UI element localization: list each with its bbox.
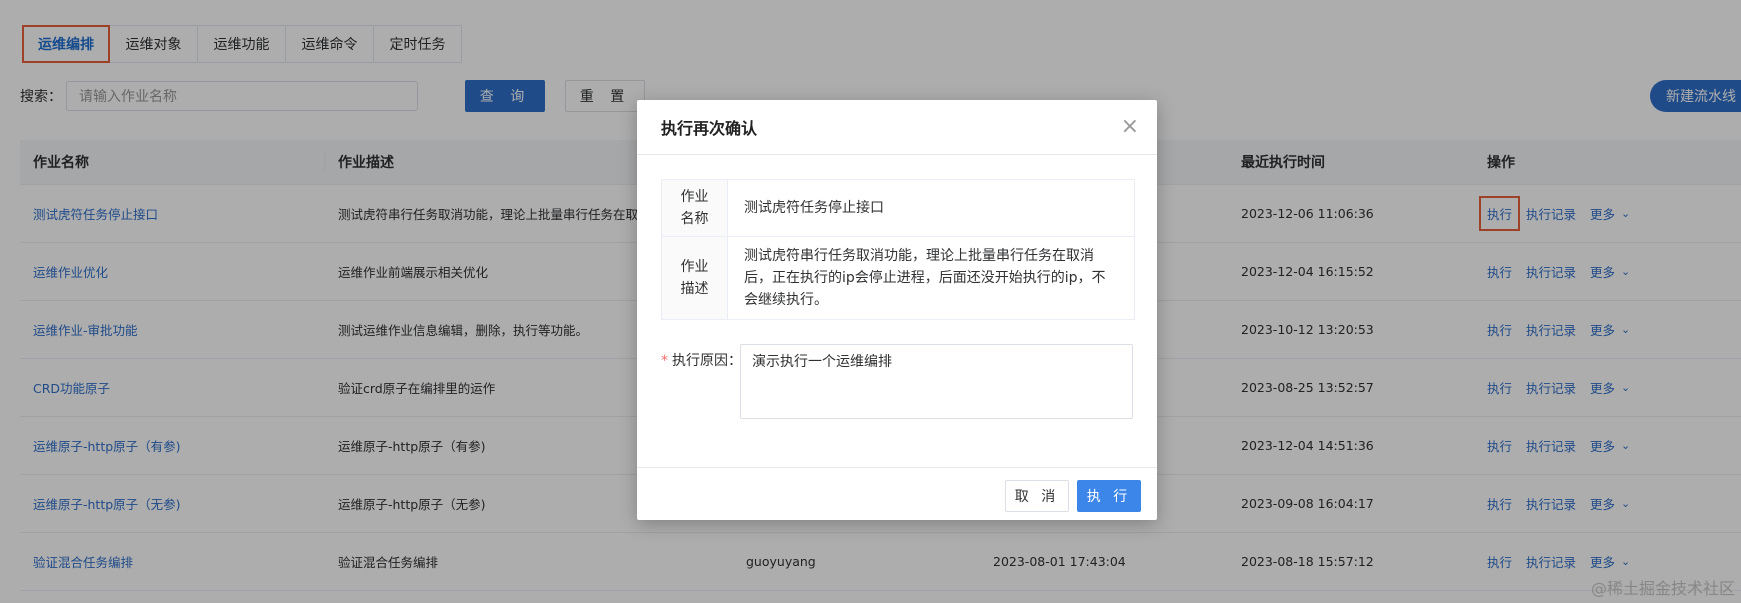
cancel-button[interactable]: 取 消	[1005, 480, 1069, 512]
job-name-key: 作业 名称	[662, 180, 728, 236]
job-desc-row: 作业 描述 测试虎符串行任务取消功能，理论上批量串行任务在取消后，正在执行的ip…	[662, 237, 1134, 319]
close-icon[interactable]: ×	[1121, 114, 1139, 139]
job-name-value: 测试虎符任务停止接口	[744, 200, 884, 216]
reason-label-text: 执行原因：	[672, 353, 742, 369]
job-name-row: 作业 名称 测试虎符任务停止接口	[662, 180, 1134, 237]
job-info-table: 作业 名称 测试虎符任务停止接口 作业 描述 测试虎符串行任务取消功能，理论上批…	[661, 179, 1135, 320]
reason-label: * 执行原因：	[661, 350, 742, 370]
job-desc-key: 作业 描述	[662, 237, 728, 319]
dialog-title: 执行再次确认	[661, 119, 758, 138]
execute-confirm-dialog: 执行再次确认 × 作业 名称 测试虎符任务停止接口 作业 描述 测试虎符串行任务…	[637, 100, 1157, 520]
job-desc-value: 测试虎符串行任务取消功能，理论上批量串行任务在取消后，正在执行的ip会停止进程，…	[744, 248, 1106, 308]
dialog-footer: 取 消 执 行	[637, 467, 1157, 520]
required-asterisk: *	[661, 353, 668, 369]
dialog-header: 执行再次确认 ×	[637, 100, 1157, 155]
reason-textarea[interactable]: 演示执行一个运维编排	[740, 344, 1133, 419]
confirm-execute-button[interactable]: 执 行	[1077, 480, 1141, 512]
